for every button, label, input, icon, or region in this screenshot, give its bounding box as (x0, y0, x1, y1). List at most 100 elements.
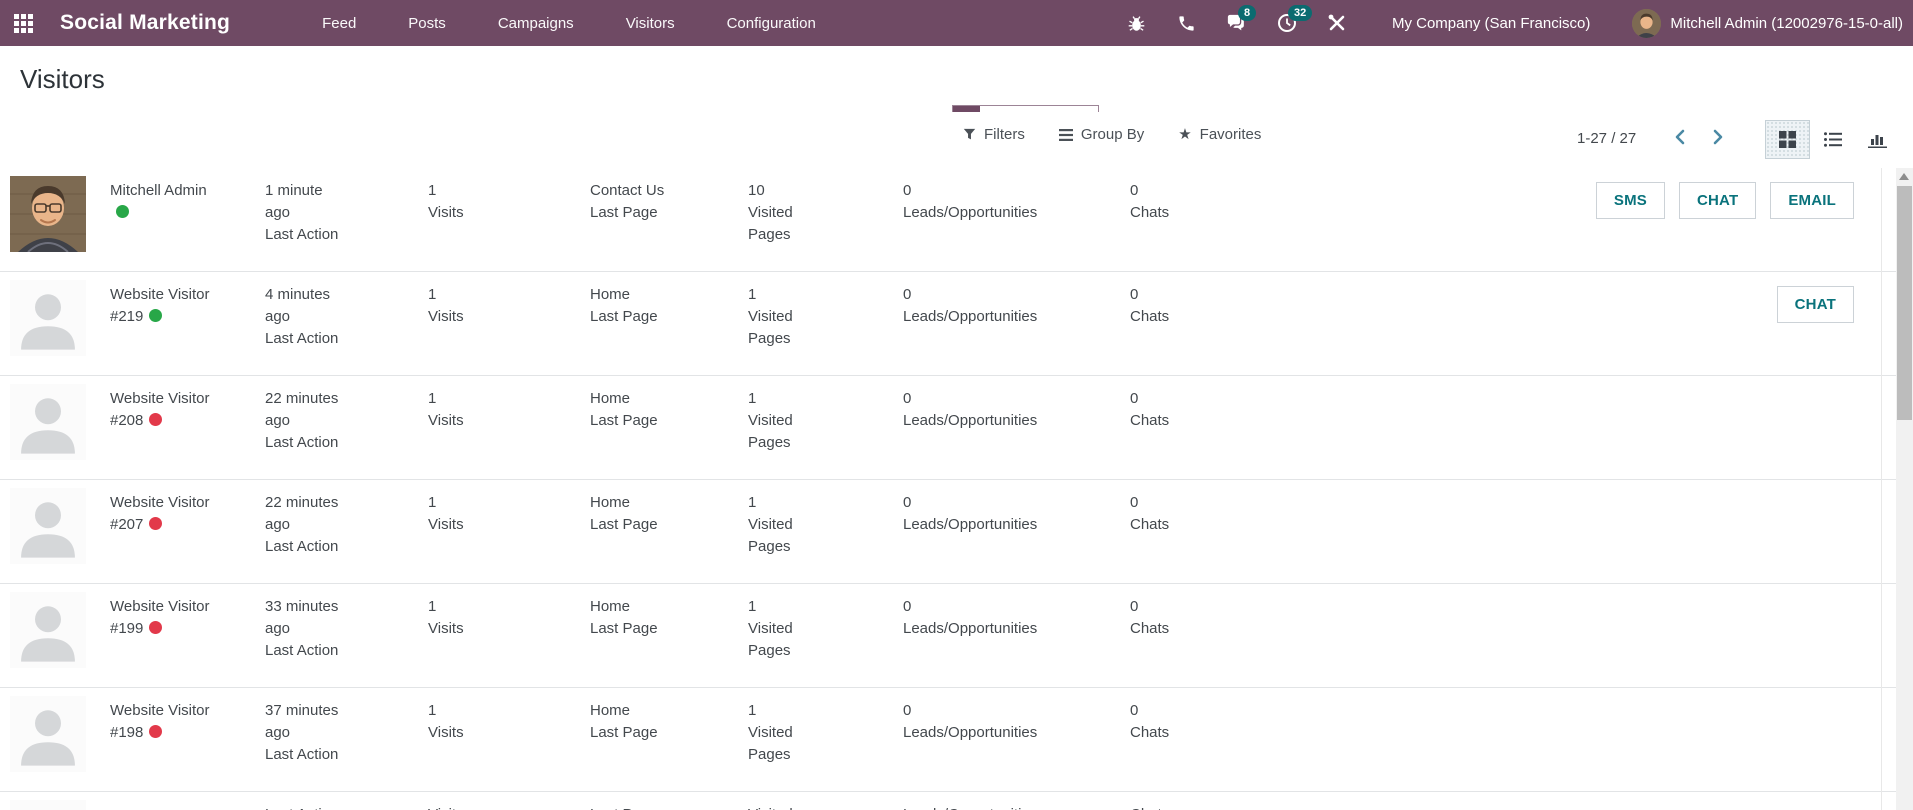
messages-icon[interactable]: 8 (1226, 12, 1248, 34)
visitor-avatar[interactable] (10, 280, 86, 356)
chats-cell: 0 Chats (1130, 376, 1240, 432)
favorites-button[interactable]: ★ Favorites (1178, 126, 1261, 143)
last-page-label: Last Page (590, 722, 682, 744)
chat-button[interactable]: CHAT (1777, 286, 1854, 323)
visited-pages-value: 1 (748, 596, 838, 618)
phone-icon[interactable] (1176, 12, 1198, 34)
visits-cell: 1 Visits (428, 168, 498, 224)
sms-button[interactable]: SMS (1596, 182, 1665, 219)
visitor-avatar[interactable] (10, 176, 86, 252)
menu-feed[interactable]: Feed (322, 15, 356, 32)
visitor-name-cell[interactable]: Website Visitor #198 (110, 688, 210, 744)
visits-label: Visits (428, 514, 498, 536)
tools-icon[interactable] (1326, 12, 1348, 34)
visitor-avatar[interactable] (10, 384, 86, 460)
group-by-button[interactable]: Group By (1059, 126, 1144, 143)
last-page-cell: Home Last Page (590, 272, 682, 328)
leads-label: Leads/Opportunities (903, 722, 1063, 744)
visitor-name-cell[interactable]: Website Visitor #199 (110, 584, 210, 640)
menu-configuration[interactable]: Configuration (727, 15, 816, 32)
last-page-value: Home (590, 596, 682, 618)
visitor-name-cell[interactable]: Website Visitor #207 (110, 480, 210, 536)
visited-pages-value: 1 (748, 700, 838, 722)
company-switcher[interactable]: My Company (San Francisco) (1392, 15, 1590, 32)
leads-value: 0 (903, 700, 1063, 722)
apps-menu-icon[interactable] (0, 0, 46, 46)
leads-cell: 0 Leads/Opportunities (903, 480, 1063, 536)
list-view-button[interactable] (1810, 120, 1855, 159)
menu-visitors[interactable]: Visitors (626, 15, 675, 32)
favorites-star-icon: ★ (1178, 127, 1191, 142)
last-page-cell: Contact Us Last Page (590, 168, 682, 224)
scrollbar-up-arrow-icon[interactable] (1899, 173, 1909, 180)
visitor-avatar[interactable] (10, 800, 86, 810)
visitor-row: Website Visitor #199 33 minutes ago Last… (0, 584, 1896, 688)
last-action-cell: 37 minutes ago Last Action (265, 688, 349, 766)
visitor-avatar[interactable] (10, 488, 86, 564)
top-menu: Feed Posts Campaigns Visitors Configurat… (322, 15, 816, 32)
email-button[interactable]: EMAIL (1770, 182, 1854, 219)
kanban-view-button[interactable] (1765, 120, 1810, 159)
app-title[interactable]: Social Marketing (60, 11, 230, 35)
visited-pages-cell: 1 Visited Pages (748, 688, 838, 766)
last-action-cell: 1 minute ago Last Action (265, 168, 349, 246)
visitor-avatar[interactable] (10, 696, 86, 772)
last-action-label: Last Action (265, 328, 349, 350)
content-right-border (1881, 168, 1882, 810)
visited-pages-cell: 1 Visited Pages (748, 480, 838, 558)
last-page-cell: Home Last Page (590, 480, 682, 536)
graph-view-button[interactable] (1855, 120, 1900, 159)
visitor-row: Last Action Visits Last Page Visited Pag… (0, 792, 1896, 810)
last-action-label: Last Action (265, 804, 349, 810)
pager-next-icon[interactable] (1710, 128, 1726, 146)
last-action-label: Last Action (265, 744, 349, 766)
visitor-row: Website Visitor #198 37 minutes ago Last… (0, 688, 1896, 792)
last-action-time: 37 minutes ago (265, 700, 349, 744)
visits-cell: 1 Visits (428, 584, 498, 640)
bug-icon[interactable] (1126, 12, 1148, 34)
page-title: Visitors (20, 64, 105, 95)
last-action-cell: 4 minutes ago Last Action (265, 272, 349, 350)
last-action-time: 4 minutes ago (265, 284, 349, 328)
favorites-label: Favorites (1200, 126, 1262, 143)
visited-pages-label: Visited Pages (748, 804, 838, 810)
visits-label: Visits (428, 410, 498, 432)
leads-cell: 0 Leads/Opportunities (903, 272, 1063, 328)
menu-campaigns[interactable]: Campaigns (498, 15, 574, 32)
visited-pages-value: 1 (748, 284, 838, 306)
leads-value: 0 (903, 180, 1063, 202)
last-action-time: 22 minutes ago (265, 388, 349, 432)
visitor-name-cell[interactable]: Website Visitor #208 (110, 376, 210, 432)
menu-posts[interactable]: Posts (408, 15, 446, 32)
leads-value: 0 (903, 388, 1063, 410)
user-menu[interactable]: Mitchell Admin (12002976-15-0-all) (1632, 9, 1903, 38)
last-page-value: Home (590, 700, 682, 722)
visitor-avatar[interactable] (10, 592, 86, 668)
visited-pages-value: 1 (748, 492, 838, 514)
last-page-value: Home (590, 492, 682, 514)
chat-button[interactable]: CHAT (1679, 182, 1756, 219)
leads-label: Leads/Opportunities (903, 514, 1063, 536)
last-action-time: 33 minutes ago (265, 596, 349, 640)
chats-cell: Chats (1130, 792, 1240, 810)
activities-badge: 32 (1288, 5, 1312, 21)
last-page-value: Contact Us (590, 180, 682, 202)
search-options: Filters Group By ★ Favorites (963, 126, 1261, 143)
last-action-cell: 22 minutes ago Last Action (265, 376, 349, 454)
pager-previous-icon[interactable] (1672, 128, 1688, 146)
chats-label: Chats (1130, 306, 1240, 328)
scrollbar-thumb[interactable] (1897, 186, 1912, 420)
filters-button[interactable]: Filters (963, 126, 1025, 143)
visitor-name-cell[interactable] (110, 792, 210, 804)
vertical-scrollbar[interactable] (1896, 168, 1913, 810)
visitor-name-cell[interactable]: Website Visitor #219 (110, 272, 210, 328)
chats-cell: 0 Chats (1130, 480, 1240, 536)
last-page-label: Last Page (590, 410, 682, 432)
list-icon (1824, 132, 1842, 147)
visitor-name-cell[interactable]: Mitchell Admin (110, 168, 210, 224)
chats-label: Chats (1130, 410, 1240, 432)
visited-pages-label: Visited Pages (748, 202, 838, 246)
status-dot (149, 309, 162, 322)
activities-clock-icon[interactable]: 32 (1276, 12, 1298, 34)
visitor-row: Mitchell Admin 1 minute ago Last Action … (0, 168, 1896, 272)
